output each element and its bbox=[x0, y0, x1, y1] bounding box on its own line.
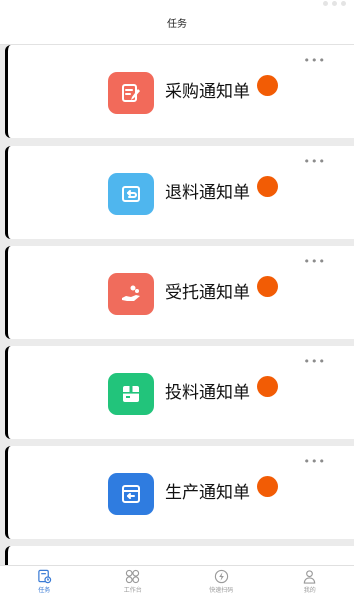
task-label: 受托通知单 bbox=[165, 282, 250, 304]
task-card-feeding[interactable]: ••• 投料通知单 bbox=[5, 346, 354, 439]
tab-profile[interactable]: 我的 bbox=[266, 566, 354, 595]
user-icon bbox=[302, 569, 317, 584]
package-icon bbox=[108, 373, 154, 415]
task-label: 退料通知单 bbox=[165, 182, 250, 204]
notification-badge bbox=[257, 176, 278, 197]
tab-label: 我的 bbox=[304, 585, 316, 594]
return-box-icon bbox=[108, 173, 154, 215]
task-icon bbox=[37, 569, 52, 584]
more-menu-icon[interactable]: ••• bbox=[304, 158, 326, 166]
bottom-tab-bar: 任务 工作台 快速扫码 我的 bbox=[0, 565, 354, 595]
task-card-partial[interactable] bbox=[5, 546, 354, 565]
edit-note-icon bbox=[108, 72, 154, 114]
notification-badge bbox=[257, 476, 278, 497]
task-card-production[interactable]: ••• 生产通知单 bbox=[5, 446, 354, 539]
inbox-return-icon bbox=[108, 473, 154, 515]
more-menu-icon[interactable]: ••• bbox=[304, 57, 326, 65]
task-card-purchase[interactable]: ••• 采购通知单 bbox=[5, 45, 354, 138]
notification-badge bbox=[257, 376, 278, 397]
task-label: 生产通知单 bbox=[165, 482, 250, 504]
notification-badge bbox=[257, 75, 278, 96]
tab-label: 快速扫码 bbox=[209, 585, 233, 594]
task-card-entrusted[interactable]: ••• 受托通知单 bbox=[5, 246, 354, 339]
status-dots bbox=[323, 1, 346, 6]
tab-workbench[interactable]: 工作台 bbox=[89, 566, 178, 595]
more-menu-icon[interactable]: ••• bbox=[304, 358, 326, 366]
top-bar: 任务 bbox=[0, 0, 354, 45]
task-label: 投料通知单 bbox=[165, 382, 250, 404]
tab-tasks[interactable]: 任务 bbox=[0, 566, 89, 595]
grid-icon bbox=[125, 569, 140, 584]
tab-label: 工作台 bbox=[124, 585, 142, 594]
more-menu-icon[interactable]: ••• bbox=[304, 458, 326, 466]
more-menu-icon[interactable]: ••• bbox=[304, 258, 326, 266]
task-label: 采购通知单 bbox=[165, 81, 250, 103]
page-title: 任务 bbox=[167, 15, 187, 30]
lightning-icon bbox=[214, 569, 229, 584]
task-card-return[interactable]: ••• 退料通知单 bbox=[5, 146, 354, 239]
hand-coins-icon bbox=[108, 273, 154, 315]
notification-badge bbox=[257, 276, 278, 297]
tab-quick-scan[interactable]: 快速扫码 bbox=[177, 566, 266, 595]
tab-label: 任务 bbox=[38, 585, 50, 594]
